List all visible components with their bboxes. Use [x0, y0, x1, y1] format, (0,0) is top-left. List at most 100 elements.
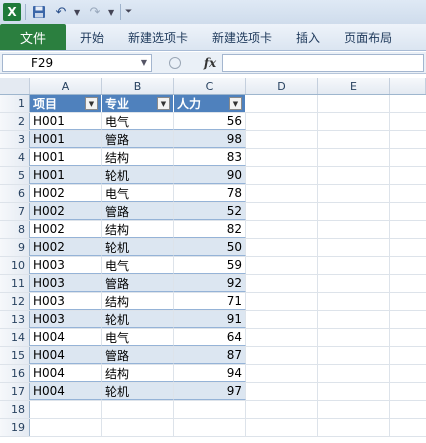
- table-cell[interactable]: 87: [174, 347, 246, 364]
- empty-cell[interactable]: [318, 221, 390, 238]
- table-cell[interactable]: H003: [30, 275, 102, 292]
- table-cell[interactable]: H004: [30, 329, 102, 346]
- empty-cell[interactable]: [246, 239, 318, 256]
- table-cell[interactable]: 轮机: [102, 311, 174, 328]
- table-cell[interactable]: H001: [30, 167, 102, 184]
- empty-cell[interactable]: [390, 167, 426, 184]
- table-cell[interactable]: 管路: [102, 347, 174, 364]
- table-cell[interactable]: 轮机: [102, 239, 174, 256]
- table-cell[interactable]: 92: [174, 275, 246, 292]
- empty-cell[interactable]: [30, 401, 102, 418]
- empty-cell[interactable]: [246, 347, 318, 364]
- column-header-d[interactable]: D: [246, 78, 318, 94]
- table-cell[interactable]: 管路: [102, 275, 174, 292]
- empty-cell[interactable]: [246, 419, 318, 436]
- empty-cell[interactable]: [246, 185, 318, 202]
- table-cell[interactable]: H003: [30, 293, 102, 310]
- table-cell[interactable]: 轮机: [102, 383, 174, 400]
- empty-cell[interactable]: [246, 203, 318, 220]
- empty-cell[interactable]: [390, 383, 426, 400]
- empty-cell[interactable]: [102, 401, 174, 418]
- excel-app-icon[interactable]: X: [3, 3, 21, 21]
- table-cell[interactable]: 52: [174, 203, 246, 220]
- empty-cell[interactable]: [390, 347, 426, 364]
- column-header-b[interactable]: B: [102, 78, 174, 94]
- table-cell[interactable]: 90: [174, 167, 246, 184]
- row-header[interactable]: 12: [0, 293, 30, 310]
- table-cell[interactable]: H001: [30, 149, 102, 166]
- empty-cell[interactable]: [30, 419, 102, 436]
- empty-cell[interactable]: [390, 365, 426, 382]
- empty-cell[interactable]: [390, 95, 426, 112]
- empty-cell[interactable]: [318, 383, 390, 400]
- row-header[interactable]: 18: [0, 401, 30, 418]
- table-cell[interactable]: 结构: [102, 221, 174, 238]
- table-cell[interactable]: H004: [30, 383, 102, 400]
- empty-cell[interactable]: [318, 419, 390, 436]
- column-header-a[interactable]: A: [30, 78, 102, 94]
- row-header[interactable]: 1: [0, 95, 30, 112]
- tab-new-2[interactable]: 新建选项卡: [200, 24, 284, 50]
- redo-dropdown-icon[interactable]: ▼: [108, 8, 116, 17]
- tab-file[interactable]: 文件: [0, 24, 66, 50]
- column-header-f[interactable]: [390, 78, 426, 94]
- empty-cell[interactable]: [318, 293, 390, 310]
- empty-cell[interactable]: [390, 329, 426, 346]
- insert-function-icon[interactable]: fx: [198, 56, 222, 70]
- row-header[interactable]: 15: [0, 347, 30, 364]
- table-cell[interactable]: 50: [174, 239, 246, 256]
- row-header[interactable]: 13: [0, 311, 30, 328]
- select-all-corner[interactable]: [0, 78, 30, 94]
- empty-cell[interactable]: [390, 311, 426, 328]
- table-cell[interactable]: H001: [30, 131, 102, 148]
- table-cell[interactable]: H002: [30, 221, 102, 238]
- table-cell[interactable]: 91: [174, 311, 246, 328]
- row-header[interactable]: 6: [0, 185, 30, 202]
- empty-cell[interactable]: [318, 149, 390, 166]
- column-header-e[interactable]: E: [318, 78, 390, 94]
- empty-cell[interactable]: [102, 419, 174, 436]
- row-header[interactable]: 5: [0, 167, 30, 184]
- table-cell[interactable]: 电气: [102, 113, 174, 130]
- empty-cell[interactable]: [246, 95, 318, 112]
- table-cell[interactable]: 71: [174, 293, 246, 310]
- empty-cell[interactable]: [318, 131, 390, 148]
- table-cell[interactable]: H002: [30, 203, 102, 220]
- table-cell[interactable]: H002: [30, 239, 102, 256]
- table-header-cell[interactable]: 项目 ▼: [30, 95, 102, 112]
- row-header[interactable]: 16: [0, 365, 30, 382]
- empty-cell[interactable]: [390, 149, 426, 166]
- table-cell[interactable]: 电气: [102, 329, 174, 346]
- table-header-cell[interactable]: 专业 ▼: [102, 95, 174, 112]
- empty-cell[interactable]: [318, 95, 390, 112]
- empty-cell[interactable]: [246, 257, 318, 274]
- table-header-cell[interactable]: 人力 ▼: [174, 95, 246, 112]
- empty-cell[interactable]: [246, 221, 318, 238]
- table-cell[interactable]: 电气: [102, 257, 174, 274]
- empty-cell[interactable]: [318, 257, 390, 274]
- empty-cell[interactable]: [390, 239, 426, 256]
- empty-cell[interactable]: [390, 275, 426, 292]
- table-cell[interactable]: 94: [174, 365, 246, 382]
- empty-cell[interactable]: [390, 221, 426, 238]
- empty-cell[interactable]: [318, 329, 390, 346]
- empty-cell[interactable]: [318, 311, 390, 328]
- empty-cell[interactable]: [318, 185, 390, 202]
- empty-cell[interactable]: [174, 401, 246, 418]
- row-header[interactable]: 19: [0, 419, 30, 436]
- table-cell[interactable]: 83: [174, 149, 246, 166]
- empty-cell[interactable]: [318, 401, 390, 418]
- empty-cell[interactable]: [390, 401, 426, 418]
- table-cell[interactable]: H001: [30, 113, 102, 130]
- empty-cell[interactable]: [390, 113, 426, 130]
- table-cell[interactable]: 管路: [102, 131, 174, 148]
- empty-cell[interactable]: [318, 347, 390, 364]
- empty-cell[interactable]: [246, 293, 318, 310]
- empty-cell[interactable]: [318, 167, 390, 184]
- table-cell[interactable]: 结构: [102, 365, 174, 382]
- chevron-down-icon[interactable]: ▼: [141, 58, 147, 67]
- empty-cell[interactable]: [246, 275, 318, 292]
- empty-cell[interactable]: [318, 275, 390, 292]
- empty-cell[interactable]: [318, 203, 390, 220]
- undo-dropdown-icon[interactable]: ▼: [74, 8, 82, 17]
